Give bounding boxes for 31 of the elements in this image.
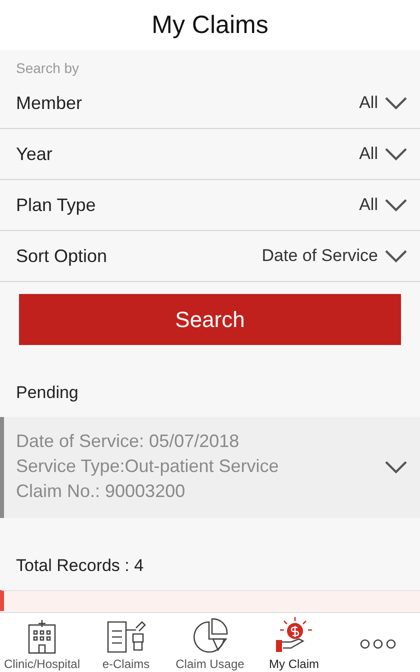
filter-label: Sort Option xyxy=(16,246,108,266)
total-records: Total Records : 4 xyxy=(15,555,145,577)
document-hand-icon xyxy=(106,620,146,654)
tab-item[interactable]: Claim Usage xyxy=(168,613,252,672)
more-icon xyxy=(359,638,397,650)
page-title: My Claims xyxy=(152,10,268,40)
claim-detail: Claim No.: 90003200 xyxy=(16,481,186,502)
search-button[interactable]: Search xyxy=(19,294,401,345)
hand-coin-icon xyxy=(274,616,314,654)
search-by-label: Search by xyxy=(15,59,80,78)
tab-item[interactable]: My Claim xyxy=(252,613,336,672)
chevron-down-icon xyxy=(384,249,408,263)
chevron-down-icon xyxy=(384,147,408,161)
claim-card[interactable] xyxy=(0,590,420,611)
filter-value: All xyxy=(359,144,378,164)
hospital-icon xyxy=(27,620,57,654)
tab-item[interactable]: Clinic/Hospital xyxy=(0,613,84,672)
filter-label: Plan Type xyxy=(16,194,96,216)
claim-detail: Service Type:Out-patient Service xyxy=(16,456,279,477)
pie-chart-icon xyxy=(191,618,229,654)
tab-item[interactable]: e-Claims xyxy=(84,613,168,672)
filter-value: All xyxy=(359,93,378,113)
chevron-down-icon xyxy=(384,460,408,474)
chevron-down-icon xyxy=(384,96,408,110)
filter-value: All xyxy=(359,195,378,215)
claim-detail: Date of Service: 05/07/2018 xyxy=(16,431,240,452)
filter-value: Date of Service xyxy=(262,246,378,266)
filter-label: Member xyxy=(16,92,82,114)
filter-label: Year xyxy=(16,144,52,164)
chevron-down-icon xyxy=(384,198,408,212)
section-label: Pending xyxy=(15,382,80,404)
